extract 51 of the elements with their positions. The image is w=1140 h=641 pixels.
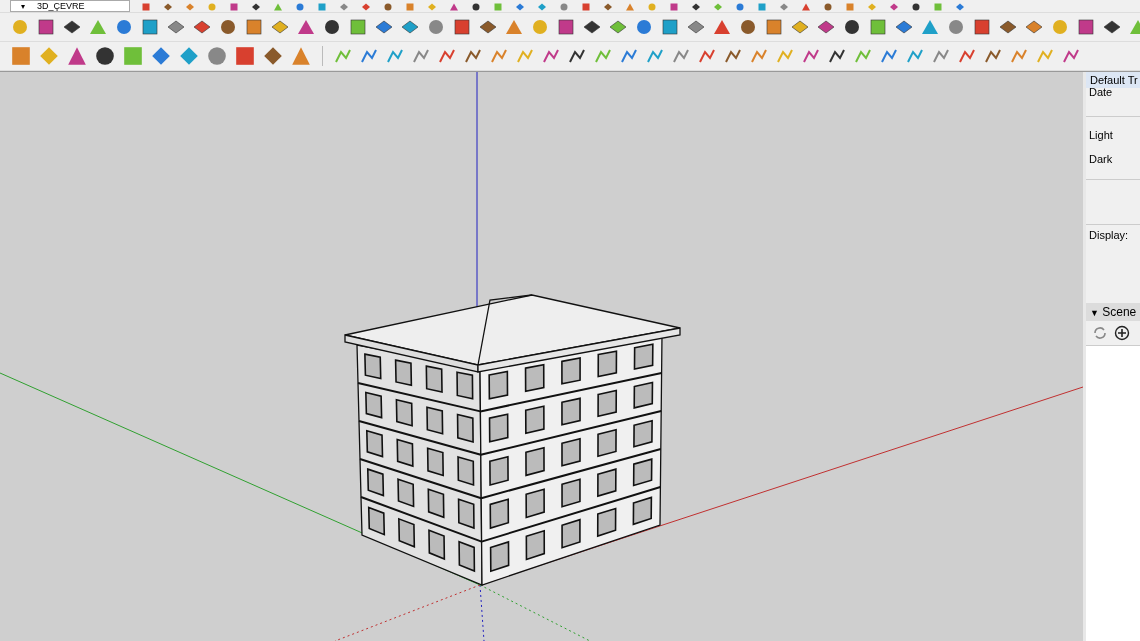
square-icon[interactable] xyxy=(868,17,888,37)
scenes-header[interactable]: ▼ Scene xyxy=(1086,303,1140,321)
square-icon[interactable] xyxy=(1076,17,1096,37)
add-icon[interactable] xyxy=(1114,325,1130,341)
circle-icon[interactable] xyxy=(218,17,238,37)
circle-icon[interactable] xyxy=(94,45,116,67)
diamond-icon[interactable] xyxy=(690,2,702,12)
square-icon[interactable] xyxy=(580,2,592,12)
square-icon[interactable] xyxy=(244,17,264,37)
square-icon[interactable] xyxy=(660,17,680,37)
circle-icon[interactable] xyxy=(822,2,834,12)
diamond-icon[interactable] xyxy=(162,2,174,12)
model-dropdown[interactable]: ▾ 3D_ÇEVRE xyxy=(10,0,130,12)
square-icon[interactable] xyxy=(404,2,416,12)
diamond-icon[interactable] xyxy=(250,2,262,12)
square-icon[interactable] xyxy=(234,45,256,67)
square-icon[interactable] xyxy=(668,2,680,12)
field-label: Dark xyxy=(1086,153,1140,180)
square-icon[interactable] xyxy=(140,17,160,37)
tri-icon[interactable] xyxy=(624,2,636,12)
tri-icon[interactable] xyxy=(272,2,284,12)
square-icon[interactable] xyxy=(36,17,56,37)
square-icon[interactable] xyxy=(228,2,240,12)
square-icon[interactable] xyxy=(348,17,368,37)
refresh-icon[interactable] xyxy=(1092,325,1108,341)
circle-icon[interactable] xyxy=(470,2,482,12)
diamond-icon[interactable] xyxy=(262,45,284,67)
square-icon[interactable] xyxy=(844,2,856,12)
diamond-icon[interactable] xyxy=(602,2,614,12)
square-icon[interactable] xyxy=(316,2,328,12)
tri-icon[interactable] xyxy=(800,2,812,12)
field-label: Light xyxy=(1088,129,1114,141)
square-icon[interactable] xyxy=(756,2,768,12)
circle-icon[interactable] xyxy=(738,17,758,37)
square-icon[interactable] xyxy=(764,17,784,37)
field-label: Date xyxy=(1086,86,1140,117)
square-icon[interactable] xyxy=(10,45,32,67)
tri-icon[interactable] xyxy=(448,2,460,12)
circle-icon[interactable] xyxy=(842,17,862,37)
square-icon[interactable] xyxy=(972,17,992,37)
square-icon[interactable] xyxy=(556,17,576,37)
field-label: Display: xyxy=(1086,224,1140,241)
circle-icon[interactable] xyxy=(382,2,394,12)
circle-icon[interactable] xyxy=(322,17,342,37)
tri-icon[interactable] xyxy=(290,45,312,67)
tri-icon[interactable] xyxy=(66,45,88,67)
viewport[interactable] xyxy=(0,72,1083,641)
panel-title: Default Tr xyxy=(1086,72,1140,88)
square-icon[interactable] xyxy=(140,2,152,12)
square-icon[interactable] xyxy=(452,17,472,37)
circle-icon[interactable] xyxy=(910,2,922,12)
